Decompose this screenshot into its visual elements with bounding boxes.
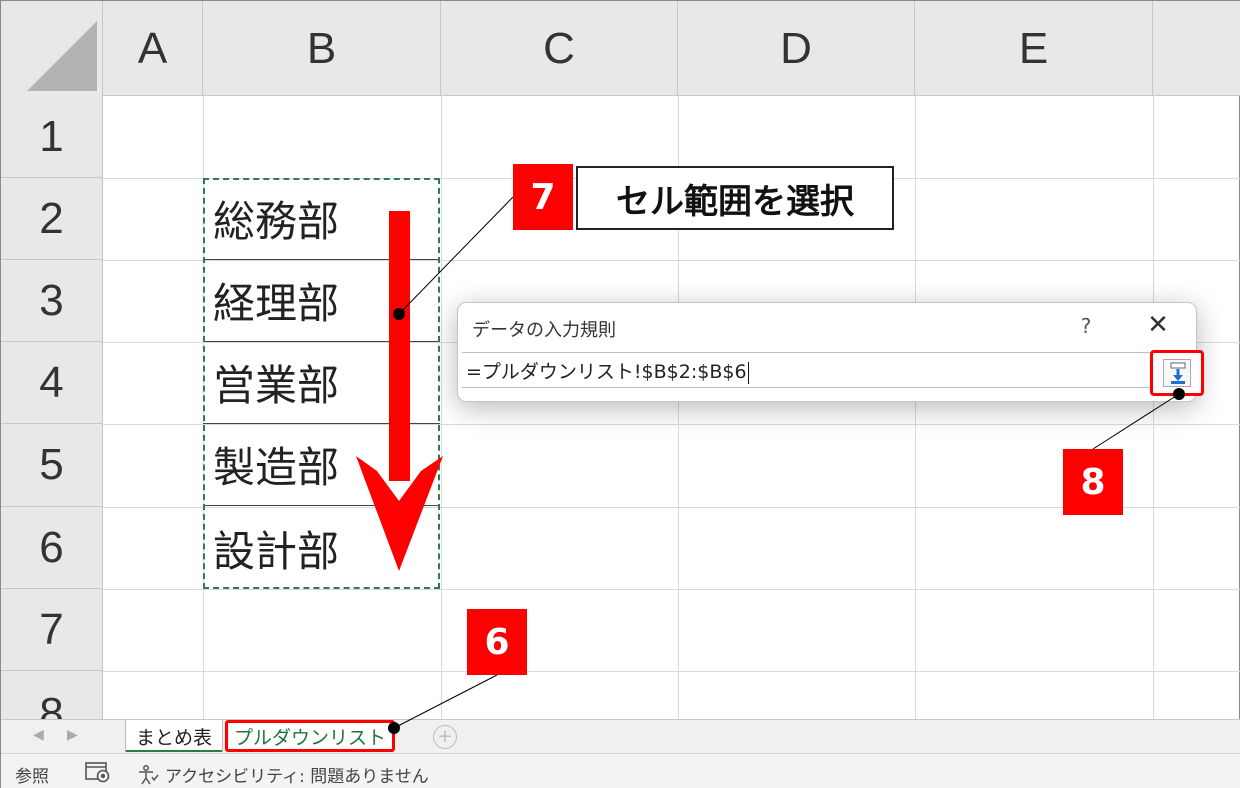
select-all-button[interactable] <box>1 1 103 96</box>
help-icon[interactable]: ? <box>1074 314 1098 338</box>
tab-scroll-right-icon[interactable]: ▶ <box>67 727 78 743</box>
row-header-6[interactable]: 6 <box>1 507 103 589</box>
sheet-tab-pulldown-list[interactable]: プルダウンリスト <box>225 720 395 752</box>
dialog-title: データの入力規則 <box>472 320 616 341</box>
excel-window: A B C D E 1 2 3 4 5 6 7 8 総務部 経理部 営業部 製造… <box>0 0 1240 788</box>
row-header-3[interactable]: 3 <box>1 260 103 342</box>
status-mode: 参照 <box>15 767 49 787</box>
status-bar: 参照 アクセシビリティ: 問題ありません <box>1 753 1240 788</box>
step-6-badge: 6 <box>467 609 527 675</box>
add-sheet-icon[interactable]: + <box>433 725 457 749</box>
column-header-b[interactable]: B <box>203 1 441 96</box>
row-header-4[interactable]: 4 <box>1 342 103 424</box>
column-header-e[interactable]: E <box>915 1 1153 96</box>
column-header-f[interactable] <box>1153 1 1240 96</box>
source-range-input[interactable]: =プルダウンリスト!$B$2:$B$6 <box>462 352 1152 388</box>
collapse-dialog-button[interactable] <box>1150 350 1204 396</box>
collapse-dialog-icon <box>1163 359 1191 387</box>
accessibility-status[interactable]: アクセシビリティ: 問題ありません <box>137 762 429 787</box>
source-range-value: =プルダウンリスト!$B$2:$B$6 <box>466 361 747 383</box>
copy-marquee-selection <box>203 178 440 589</box>
row-header-8[interactable]: 8 <box>1 671 103 719</box>
tab-scroll-left-icon[interactable]: ◀ <box>33 727 44 743</box>
step-7-callout: セル範囲を選択 <box>576 166 894 230</box>
column-header-d[interactable]: D <box>678 1 915 96</box>
row-header-1[interactable]: 1 <box>1 96 103 178</box>
text-caret <box>747 361 750 384</box>
macro-record-icon[interactable] <box>85 761 111 783</box>
row-header-2[interactable]: 2 <box>1 178 103 260</box>
step-7-badge: 7 <box>513 164 573 230</box>
column-header-c[interactable]: C <box>441 1 678 96</box>
column-header-a[interactable]: A <box>103 1 203 96</box>
accessibility-icon <box>139 764 159 784</box>
close-icon[interactable]: ✕ <box>1143 312 1173 338</box>
accessibility-label: アクセシビリティ: 問題ありません <box>165 767 429 787</box>
row-header-5[interactable]: 5 <box>1 424 103 507</box>
data-validation-dialog: データの入力規則 ? ✕ =プルダウンリスト!$B$2:$B$6 <box>457 302 1204 402</box>
sheet-tab-bar: ◀ ▶ まとめ表 プルダウンリスト + <box>1 719 1240 753</box>
row-header-7[interactable]: 7 <box>1 589 103 671</box>
sheet-tab-summary[interactable]: まとめ表 <box>125 720 223 752</box>
step-8-badge: 8 <box>1063 449 1123 515</box>
